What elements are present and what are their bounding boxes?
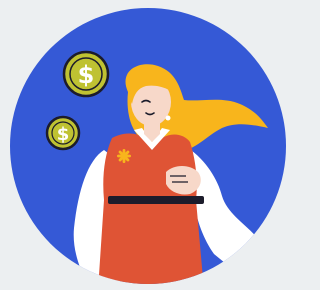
illustration-canvas: $ $ bbox=[0, 0, 293, 290]
woman-with-coins-illustration: $ $ bbox=[10, 8, 286, 284]
belt bbox=[108, 196, 204, 204]
coin-small: $ bbox=[45, 115, 81, 151]
coin-small-symbol: $ bbox=[57, 124, 70, 145]
dress bbox=[98, 133, 204, 284]
coin-large-symbol: $ bbox=[78, 61, 95, 89]
coin-large: $ bbox=[62, 50, 110, 98]
earring bbox=[165, 115, 171, 121]
flower-brooch bbox=[117, 149, 131, 163]
